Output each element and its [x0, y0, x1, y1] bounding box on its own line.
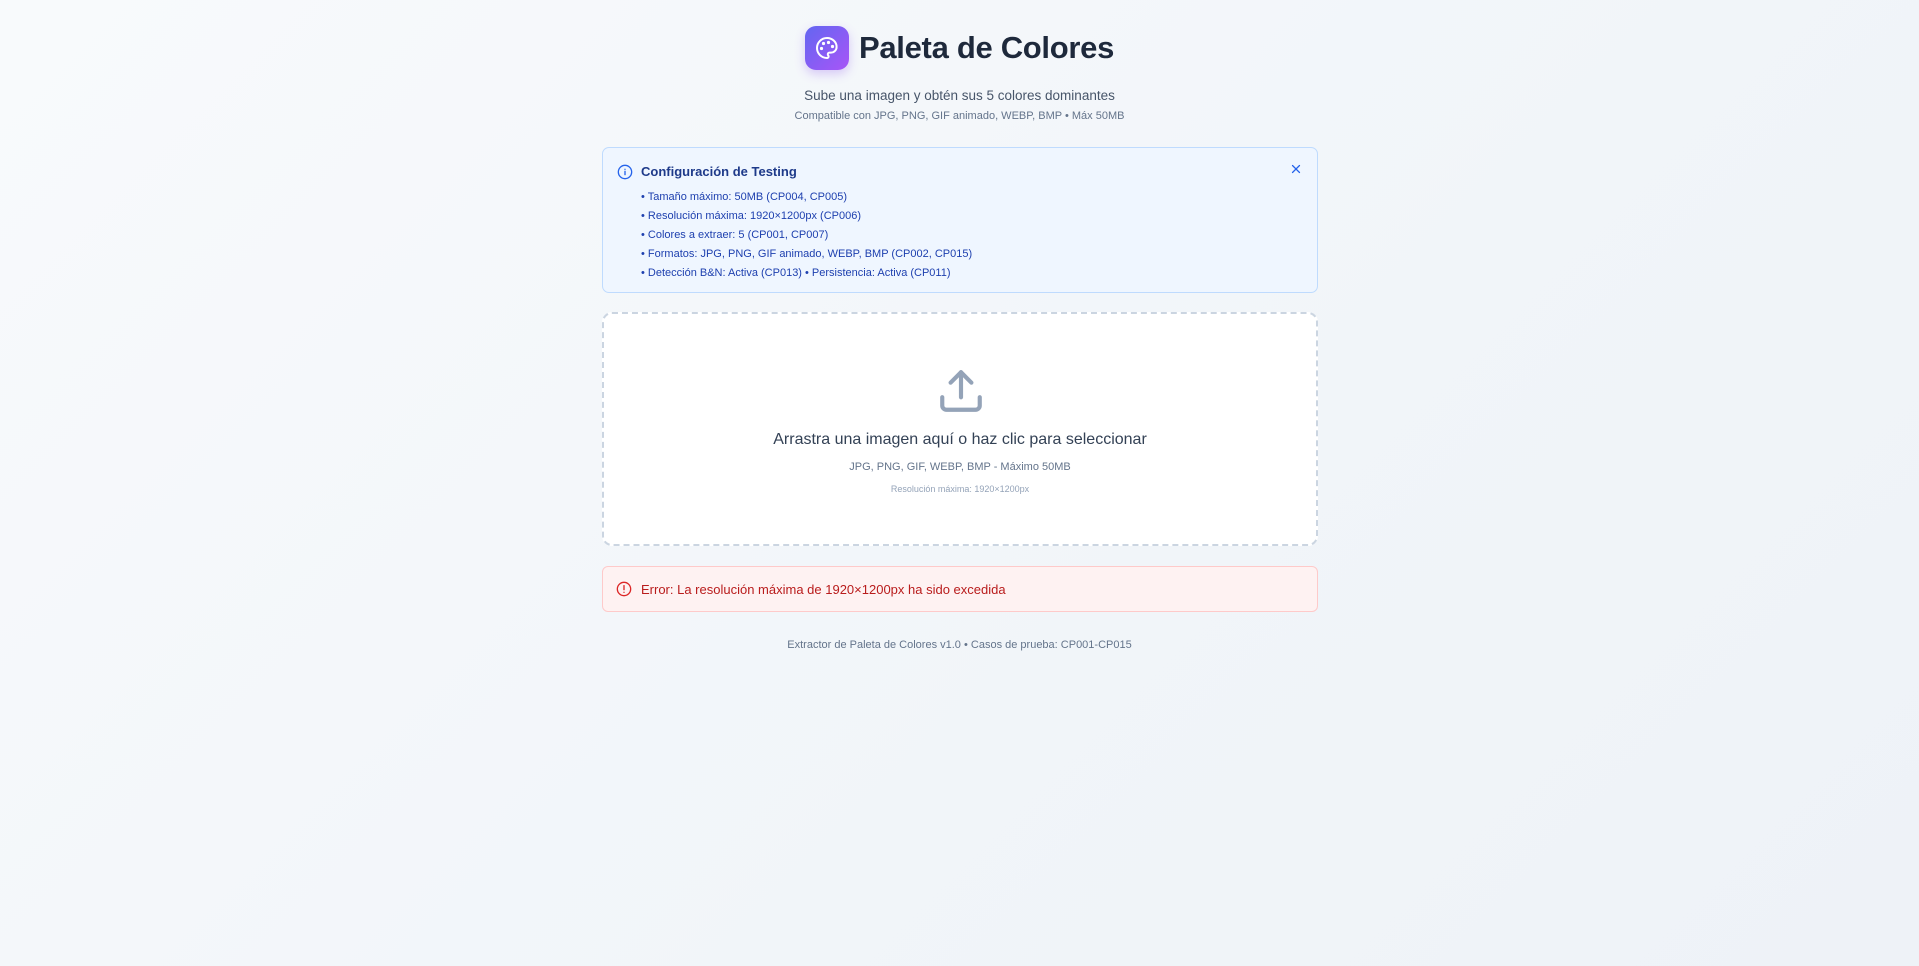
page-subtitle: Sube una imagen y obtén sus 5 colores do… — [804, 88, 1115, 103]
upload-icon — [940, 370, 982, 412]
supported-formats: Compatible con JPG, PNG, GIF animado, WE… — [794, 110, 1125, 122]
testing-config-title: Configuración de Testing — [641, 164, 797, 179]
palette-icon — [804, 26, 849, 70]
list-item: • Colores a extraer: 5 (CP001, CP007) — [641, 229, 829, 241]
page-title: Paleta de Colores — [858, 30, 1115, 65]
page-footer: Extractor de Paleta de Colores v1.0 • Ca… — [787, 639, 1132, 651]
title-row: Paleta de Colores — [0, 26, 1919, 70]
list-item: • Formatos: JPG, PNG, GIF animado, WEBP,… — [641, 248, 973, 260]
app-header: Paleta de Colores Sube una imagen y obté… — [0, 26, 1919, 122]
dropzone-formats: JPG, PNG, GIF, WEBP, BMP - Máximo 50MB — [849, 461, 1071, 473]
error-alert: Error: La resolución máxima de 1920×1200… — [602, 566, 1318, 612]
app-page: Paleta de Colores Sube una imagen y obté… — [0, 0, 1919, 966]
info-icon — [617, 164, 633, 180]
list-item: • Tamaño máximo: 50MB (CP004, CP005) — [641, 191, 848, 203]
image-dropzone[interactable]: Arrastra una imagen aquí o haz clic para… — [602, 312, 1318, 546]
list-item: • Detección B&N: Activa (CP013) • Persis… — [641, 267, 951, 279]
close-icon — [1291, 164, 1301, 174]
testing-config-panel: Configuración de Testing • Tamaño máximo… — [602, 147, 1318, 293]
close-button[interactable] — [1287, 160, 1305, 178]
testing-config-list: • Tamaño máximo: 50MB (CP004, CP005) • R… — [641, 188, 972, 283]
error-message: Error: La resolución máxima de 1920×1200… — [641, 582, 1006, 597]
alert-circle-icon — [616, 581, 632, 597]
dropzone-resolution: Resolución máxima: 1920×1200px — [890, 484, 1030, 494]
dropzone-instruction: Arrastra una imagen aquí o haz clic para… — [773, 431, 1147, 448]
list-item: • Resolución máxima: 1920×1200px (CP006) — [641, 210, 861, 222]
